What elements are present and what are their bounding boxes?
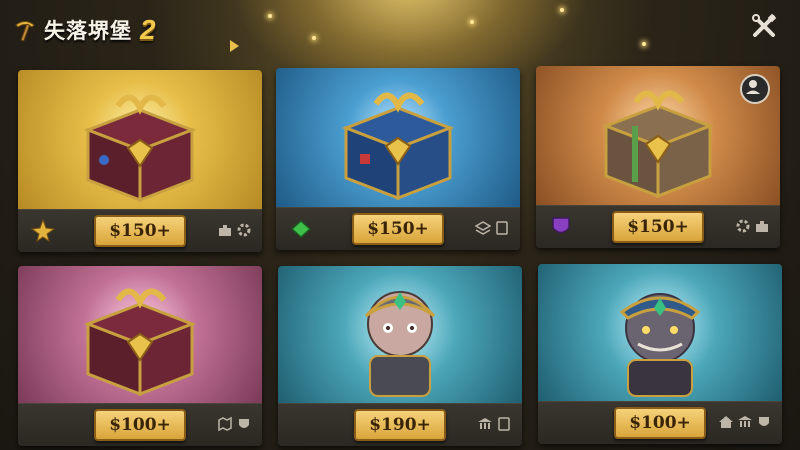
card-meta-icons xyxy=(477,416,512,432)
pickaxe-icon xyxy=(15,21,35,42)
card-art xyxy=(278,266,522,404)
tools-icon[interactable] xyxy=(750,12,778,40)
sparkle xyxy=(560,8,564,12)
card-meta-icons xyxy=(217,222,252,238)
price-button[interactable]: $190+ xyxy=(354,409,446,441)
shop-card[interactable]: $190+ xyxy=(278,266,522,446)
profile-button[interactable] xyxy=(740,74,770,104)
price-button[interactable]: $100+ xyxy=(94,409,186,441)
card-meta-icons xyxy=(474,220,510,236)
profile-icon xyxy=(746,80,760,94)
play-arrow-icon xyxy=(230,40,239,52)
shop-card[interactable]: $100+ xyxy=(18,266,262,446)
card-icon xyxy=(494,220,510,236)
card-art xyxy=(18,266,262,404)
shop-card[interactable]: $150+ xyxy=(18,70,262,252)
card-meta-icons xyxy=(217,416,252,432)
card-meta-icons xyxy=(735,218,770,234)
card-footer: $150+ xyxy=(18,209,262,252)
home-icon xyxy=(718,414,734,430)
treasure-chest-icon xyxy=(341,92,455,201)
layers-icon xyxy=(474,220,492,236)
armored-hero-icon xyxy=(364,291,436,397)
shield-icon xyxy=(236,416,252,432)
game-logo: 失落堺堡 2 xyxy=(12,14,156,46)
sparkle xyxy=(470,20,474,24)
card-art xyxy=(276,68,520,208)
price-button[interactable]: $150+ xyxy=(612,211,704,243)
armored-beast-icon xyxy=(619,293,701,397)
puzzle-icon xyxy=(217,222,233,238)
treasure-chest-icon xyxy=(83,288,197,397)
card-icon xyxy=(496,416,512,432)
green-gem-icon xyxy=(290,219,312,239)
card-footer: $150+ xyxy=(276,207,520,250)
price-button[interactable]: $150+ xyxy=(94,215,186,247)
shop-card[interactable]: $150+ xyxy=(536,66,780,248)
card-meta-icons xyxy=(718,414,772,430)
card-art xyxy=(18,70,262,210)
card-footer: $100+ xyxy=(18,403,262,446)
gear-icon xyxy=(236,222,252,238)
puzzle-icon xyxy=(754,218,770,234)
sparkle xyxy=(268,14,272,18)
shield-icon xyxy=(756,414,772,430)
card-footer: $100+ xyxy=(538,401,782,444)
shop-card[interactable]: $100+ xyxy=(538,264,782,444)
gear-icon xyxy=(735,218,751,234)
price-button[interactable]: $150+ xyxy=(352,213,444,245)
gold-star-icon xyxy=(30,218,56,243)
sparkle xyxy=(312,36,316,40)
card-art xyxy=(538,264,782,402)
shop-card[interactable]: $150+ xyxy=(276,68,520,250)
purple-shield-icon xyxy=(552,217,570,234)
card-footer: $190+ xyxy=(278,403,522,446)
map-icon xyxy=(217,416,233,432)
treasure-chest-icon xyxy=(83,94,197,203)
price-button[interactable]: $100+ xyxy=(614,407,706,439)
sparkle xyxy=(642,42,646,46)
game-title-number: 2 xyxy=(140,14,156,45)
bank-icon xyxy=(737,414,753,430)
card-footer: $150+ xyxy=(536,205,780,248)
bank-icon xyxy=(477,416,493,432)
top-bar: 失落堺堡 2 xyxy=(0,0,800,58)
game-title: 失落堺堡 xyxy=(44,19,132,43)
